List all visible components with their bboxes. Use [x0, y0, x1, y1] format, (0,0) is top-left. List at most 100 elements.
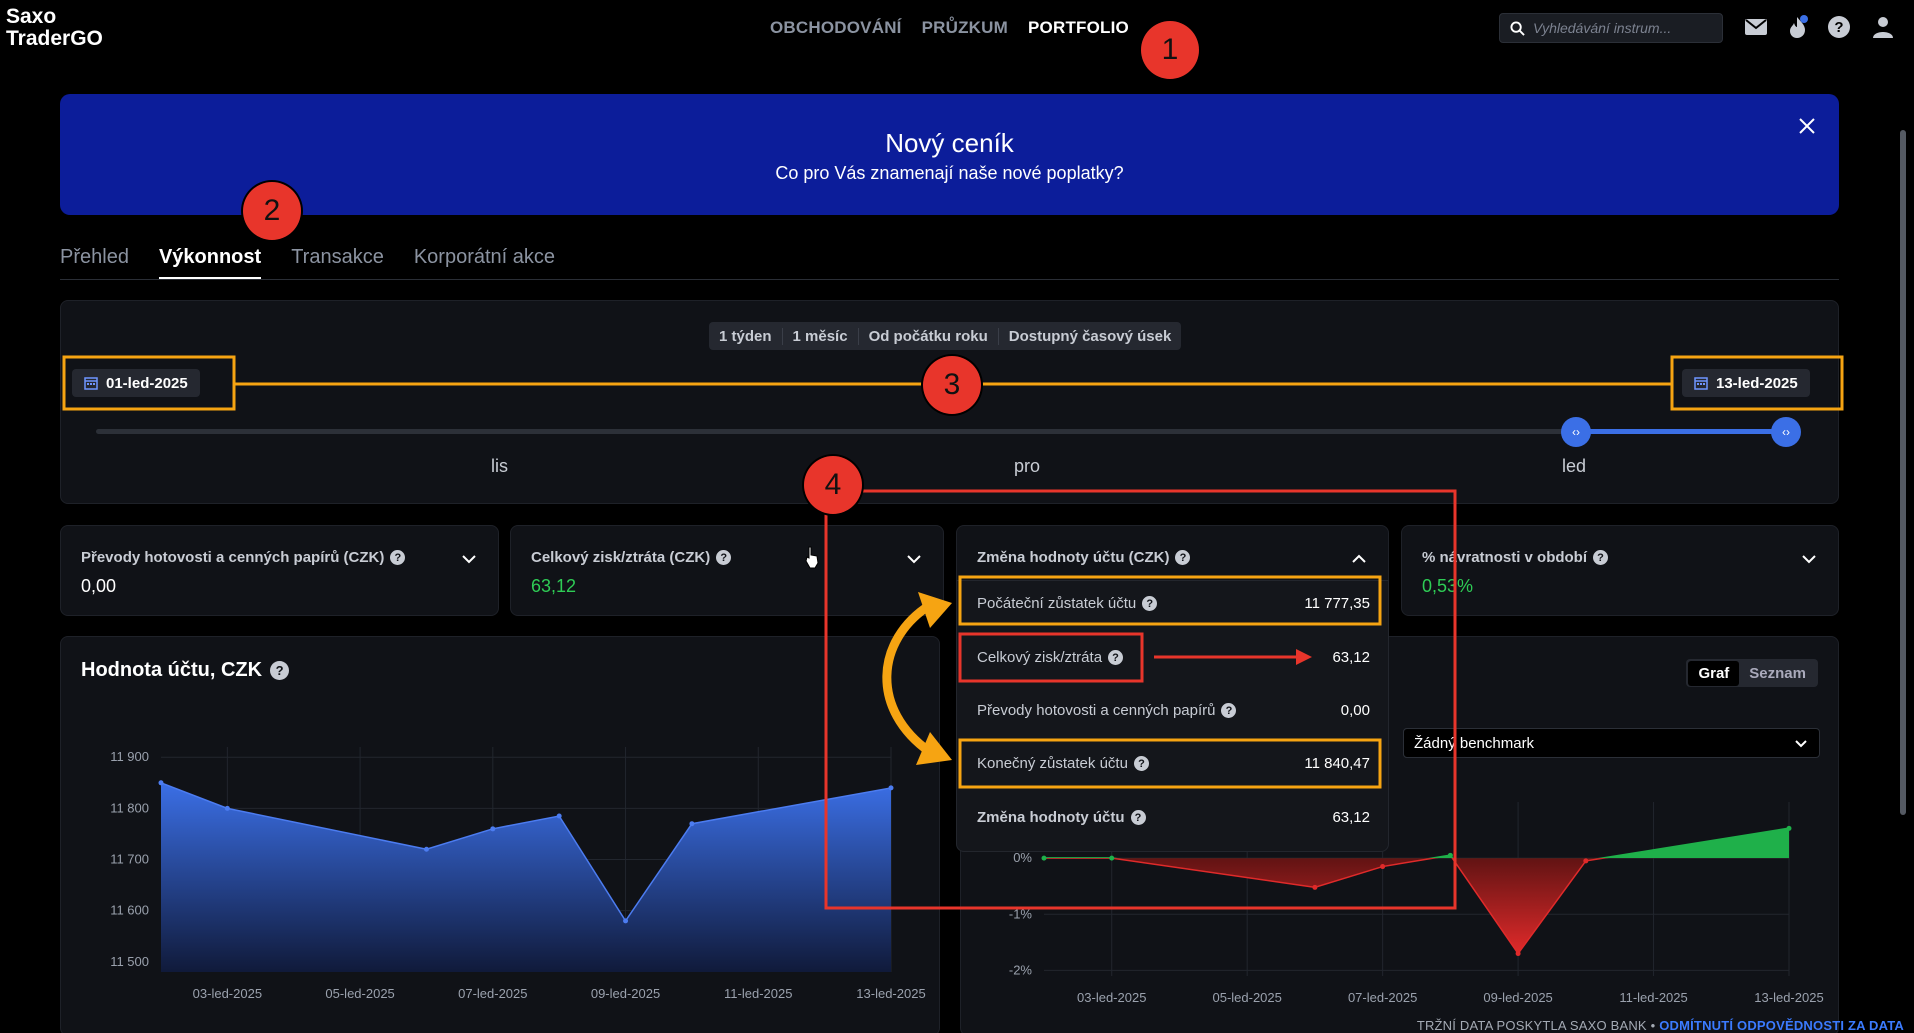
y-tick-label: 11 600 — [110, 903, 149, 918]
data-point — [888, 785, 894, 791]
info-icon[interactable]: ? — [1142, 596, 1158, 611]
period-ytd[interactable]: Od počátku roku — [859, 327, 999, 345]
breakdown-label: Změna hodnoty účtu — [977, 809, 1125, 826]
card-account-change-label: Změna hodnoty účtu (CZK)? — [977, 549, 1191, 566]
tab-korporatni-akce[interactable]: Korporátní akce — [414, 246, 555, 279]
data-point — [1786, 825, 1792, 831]
y-tick-label: 11 500 — [110, 954, 149, 969]
info-icon[interactable]: ? — [716, 550, 732, 565]
x-tick-label: 11-led-2025 — [1619, 990, 1687, 1005]
data-point — [1109, 855, 1115, 861]
y-tick-label: -1% — [1009, 906, 1033, 921]
banner-subtitle: Co pro Vás znamenají naše nové poplatky? — [775, 163, 1124, 183]
nav-pruzkum[interactable]: PRŮZKUM — [922, 18, 1008, 38]
period-1-week[interactable]: 1 týden — [709, 327, 783, 345]
calendar-icon — [84, 377, 98, 390]
x-tick-label: 07-led-2025 — [1348, 990, 1417, 1005]
start-date-picker[interactable]: 01-led-2025 — [72, 369, 200, 397]
x-tick-label: 03-led-2025 — [193, 986, 262, 1001]
annotation-badge-2: 2 — [243, 182, 301, 240]
breakdown-value: 63,12 — [1332, 649, 1370, 666]
tab-prehled[interactable]: Přehled — [60, 246, 129, 279]
calendar-icon — [1694, 377, 1708, 390]
portfolio-tabs: Přehled Výkonnost Transakce Korporátní a… — [60, 246, 555, 279]
period-available[interactable]: Dostupný časový úsek — [999, 328, 1182, 345]
card-return-pct-value: 0,53% — [1422, 576, 1474, 596]
card-return-pct-label: % návratnosti v období? — [1422, 549, 1609, 566]
info-icon[interactable]: ? — [1175, 550, 1191, 565]
y-tick-label: -2% — [1009, 962, 1033, 977]
breakdown-row-transfers: Převody hotovosti a cenných papírů? 0,00 — [977, 702, 1370, 719]
x-tick-label: 11-led-2025 — [724, 986, 792, 1001]
info-icon[interactable]: ? — [390, 550, 406, 565]
y-tick-label: 11 700 — [110, 852, 149, 867]
month-label-lis: lis — [491, 456, 508, 476]
breakdown-value: 63,12 — [1332, 809, 1370, 826]
page-scrollbar[interactable] — [1900, 130, 1906, 815]
slider-handle-end[interactable]: ‹› — [1771, 417, 1801, 447]
nav-obchodovani[interactable]: OBCHODOVÁNÍ — [770, 18, 902, 38]
main-nav: OBCHODOVÁNÍ PRŮZKUM PORTFOLIO — [770, 18, 1129, 38]
card-return-pct[interactable]: % návratnosti v období? 0,53% — [1401, 525, 1839, 616]
x-tick-label: 05-led-2025 — [325, 986, 394, 1001]
end-date-picker[interactable]: 13-led-2025 — [1682, 369, 1810, 397]
nav-portfolio[interactable]: PORTFOLIO — [1028, 18, 1129, 38]
tab-transakce[interactable]: Transakce — [291, 246, 384, 279]
card-total-pnl-value: 63,12 — [531, 576, 577, 596]
user-icon[interactable] — [1870, 14, 1896, 40]
data-disclaimer-link[interactable]: ODMÍTNUTÍ ODPOVĚDNOSTI ZA DATA — [1659, 1018, 1904, 1033]
account-value-chart[interactable]: 11 500 11 600 11 700 11 800 11 900 03-led-202… — [61, 637, 941, 1033]
area-fill — [161, 782, 891, 972]
info-icon[interactable]: ? — [1108, 650, 1124, 665]
period-slider-range — [1573, 429, 1786, 434]
pricing-banner[interactable]: Nový ceník Co pro Vás znamenají naše nov… — [60, 94, 1839, 215]
chevron-down-icon[interactable] — [905, 550, 923, 568]
chevron-down-icon[interactable] — [1800, 550, 1818, 568]
period-slider-track[interactable] — [96, 429, 1786, 434]
help-icon[interactable]: ? — [1826, 14, 1852, 40]
start-date-value: 01-led-2025 — [106, 374, 188, 392]
slider-handle-start[interactable]: ‹› — [1561, 417, 1591, 447]
month-label-led: led — [1562, 456, 1587, 476]
annotation-badge-1: 1 — [1141, 21, 1199, 79]
tab-vykonnost[interactable]: Výkonnost — [158, 246, 262, 279]
chevron-down-icon[interactable] — [460, 550, 478, 568]
flame-icon[interactable] — [1785, 14, 1811, 40]
chevron-up-icon[interactable] — [1350, 550, 1368, 568]
data-point — [490, 826, 496, 832]
data-point — [1041, 855, 1047, 861]
data-point — [1515, 951, 1521, 957]
period-1-month[interactable]: 1 měsíc — [783, 327, 859, 345]
info-icon[interactable]: ? — [1133, 756, 1149, 771]
footer-text: TRŽNÍ DATA POSKYTLA SAXO BANK • — [1416, 1018, 1656, 1033]
mail-icon[interactable] — [1743, 14, 1769, 40]
x-tick-label: 09-led-2025 — [591, 986, 660, 1001]
annotation-badge-4: 4 — [804, 456, 862, 514]
breakdown-row-total-pnl: Celkový zisk/ztráta? 63,12 — [977, 649, 1370, 666]
x-tick-label: 13-led-2025 — [1754, 990, 1823, 1005]
breakdown-value: 11 840,47 — [1304, 755, 1370, 772]
data-point — [623, 918, 629, 924]
search-input[interactable] — [1533, 20, 1713, 36]
info-icon[interactable]: ? — [1221, 703, 1237, 718]
breakdown-label: Celkový zisk/ztráta — [977, 649, 1103, 666]
card-transfers[interactable]: Převody hotovosti a cenných papírů (CZK)… — [60, 525, 499, 616]
month-label-pro: pro — [1014, 456, 1041, 476]
instrument-search[interactable] — [1499, 13, 1723, 43]
info-icon[interactable]: ? — [1593, 550, 1609, 565]
hand-cursor-icon — [805, 546, 819, 569]
close-icon[interactable] — [1795, 114, 1819, 138]
data-point — [1583, 858, 1589, 864]
data-point — [556, 813, 562, 819]
card-transfers-value: 0,00 — [81, 576, 117, 596]
card-total-pnl[interactable]: Celkový zisk/ztráta (CZK)? 63,12 — [510, 525, 944, 616]
data-point — [158, 780, 164, 786]
data-point — [1380, 864, 1386, 870]
saxo-logo[interactable]: Saxo TraderGO — [6, 6, 103, 50]
breakdown-value: 0,00 — [1340, 702, 1370, 719]
data-point — [689, 821, 695, 827]
period-selector: 1 týden 1 měsíc Od počátku roku Dostupný… — [709, 322, 1182, 350]
x-tick-label: 09-led-2025 — [1483, 990, 1552, 1005]
info-icon[interactable]: ? — [1130, 810, 1146, 825]
search-icon — [1510, 20, 1525, 36]
